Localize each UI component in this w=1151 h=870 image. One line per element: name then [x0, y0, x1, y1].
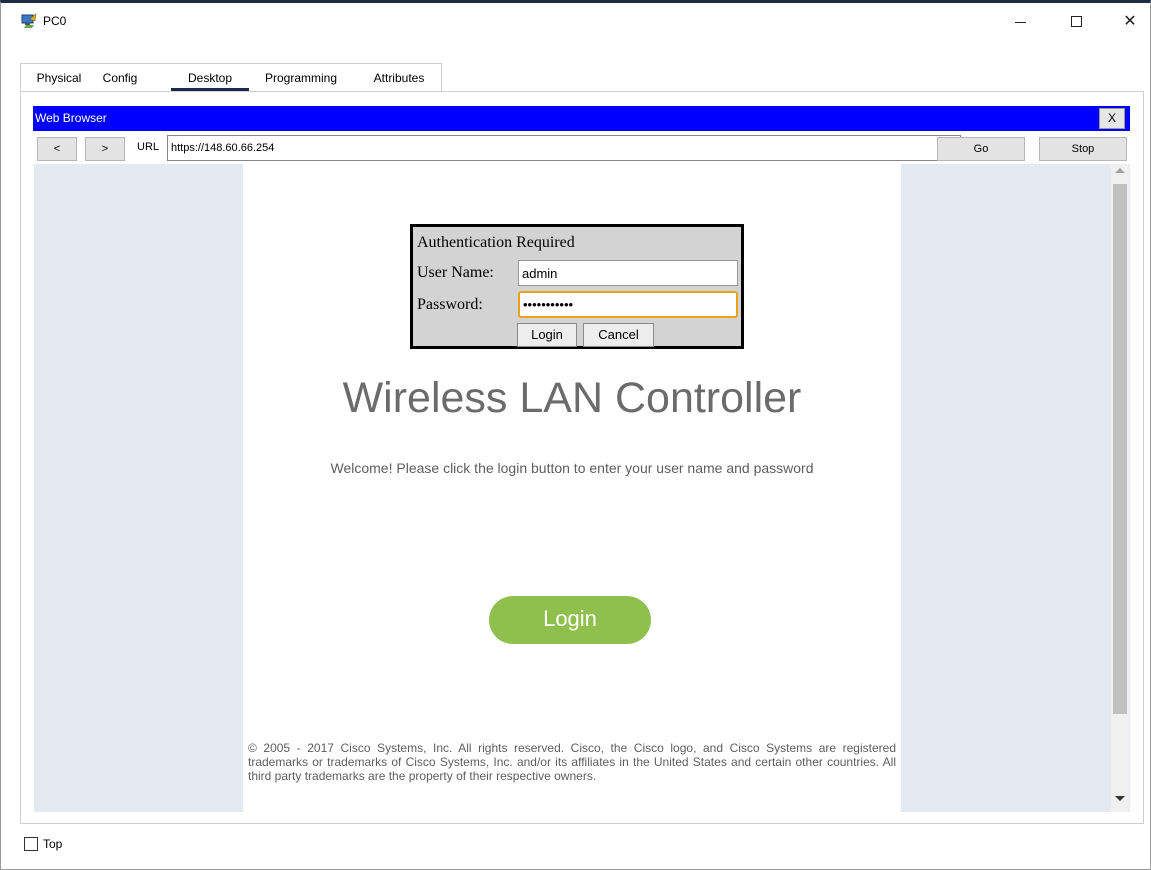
web-browser-header: Web Browser X — [33, 106, 1130, 131]
scroll-down-icon[interactable] — [1115, 796, 1125, 801]
vertical-scrollbar[interactable] — [1111, 164, 1129, 812]
tab-bar: Physical Config Desktop Programming Attr… — [20, 63, 442, 91]
page-title: Wireless LAN Controller — [342, 374, 802, 422]
minimize-button[interactable] — [997, 3, 1043, 39]
close-window-button[interactable]: ✕ — [1107, 3, 1151, 39]
username-input[interactable] — [518, 260, 738, 286]
stop-button[interactable]: Stop — [1039, 137, 1127, 161]
close-icon: ✕ — [1123, 13, 1137, 30]
web-browser-close-button[interactable]: X — [1099, 108, 1125, 129]
auth-dialog: Authentication Required User Name: Passw… — [410, 224, 744, 349]
browser-nav-bar: < > URL Go Stop — [33, 135, 1130, 163]
tab-attributes[interactable]: Attributes — [365, 64, 433, 92]
title-bar: PC0 ✕ — [1, 3, 1150, 41]
tab-config[interactable]: Config — [95, 64, 145, 92]
welcome-text: Welcome! Please click the login button t… — [330, 460, 814, 476]
scroll-thumb[interactable] — [1113, 184, 1127, 714]
window-title: PC0 — [43, 14, 67, 28]
auth-cancel-button[interactable]: Cancel — [583, 323, 654, 347]
web-browser-title: Web Browser — [35, 111, 107, 125]
maximize-button[interactable] — [1053, 3, 1099, 39]
back-button[interactable]: < — [37, 137, 77, 161]
auth-dialog-title: Authentication Required — [417, 234, 575, 251]
password-input[interactable] — [518, 291, 738, 318]
url-label: URL — [137, 141, 160, 153]
copyright-text: © 2005 - 2017 Cisco Systems, Inc. All ri… — [248, 741, 896, 783]
password-label: Password: — [417, 296, 483, 313]
pc-app-icon — [21, 13, 37, 28]
login-button[interactable]: Login — [489, 596, 651, 644]
forward-button[interactable]: > — [85, 137, 125, 161]
minimize-icon — [1014, 21, 1026, 23]
maximize-icon — [1070, 15, 1082, 27]
tab-physical[interactable]: Physical — [29, 64, 89, 92]
top-checkbox[interactable] — [24, 837, 38, 851]
scroll-up-icon[interactable] — [1115, 168, 1125, 173]
url-input[interactable] — [167, 135, 961, 161]
username-label: User Name: — [417, 264, 494, 281]
top-checkbox-label: Top — [43, 837, 63, 851]
go-button[interactable]: Go — [937, 137, 1025, 161]
auth-login-button[interactable]: Login — [517, 323, 577, 347]
tab-programming[interactable]: Programming — [259, 64, 343, 92]
